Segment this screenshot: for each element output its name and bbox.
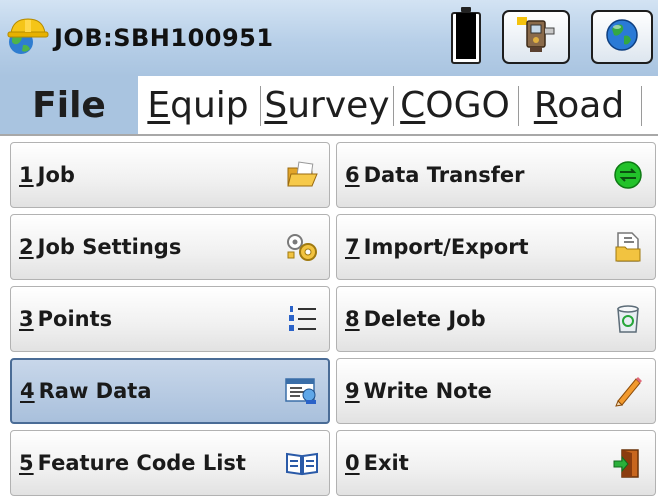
globe-button[interactable] [591,10,653,64]
import-export-icon [611,230,645,264]
title-bar: JOB:SBH100951 [0,0,658,77]
tab-equip[interactable]: Equip [138,76,258,134]
tab-bar: File Equip Survey COGO Road [0,76,658,136]
write-note-button[interactable]: 9 Write Note [336,358,656,424]
tab-road[interactable]: Road [520,76,638,134]
tab-divider [518,86,519,126]
job-settings-button[interactable]: 2 Job Settings [10,214,330,280]
tab-file-label: File [32,84,106,126]
points-button-label: 3 Points [19,307,113,331]
import-export-button-label: 7 Import/Export [345,235,529,259]
instrument-button[interactable] [502,10,570,64]
open-book-icon [285,446,319,480]
instrument-icon [514,14,558,60]
raw-data-button-label: 4 Raw Data [20,379,152,403]
battery-level [456,13,476,59]
exit-door-icon [611,446,645,480]
job-title: JOB:SBH100951 [54,24,274,52]
pencil-icon [611,374,645,408]
battery-icon [451,7,481,64]
exit-button-label: 0 Exit [345,451,409,475]
tab-divider [260,86,261,126]
recycle-bin-icon [611,302,645,336]
tab-divider [641,86,642,126]
delete-job-button[interactable]: 8 Delete Job [336,286,656,352]
write-note-button-label: 9 Write Note [345,379,492,403]
numbered-list-icon [285,302,319,336]
settings-gears-icon [285,230,319,264]
file-menu-grid: 1 Job 2 Job Settings 3 Points 4 Raw Data… [0,137,658,502]
title-area: JOB:SBH100951 [6,16,274,60]
tab-survey-label: Survey [264,84,390,126]
raw-data-button[interactable]: 4 Raw Data [10,358,330,424]
import-export-button[interactable]: 7 Import/Export [336,214,656,280]
transfer-circle-icon [611,158,645,192]
tab-survey[interactable]: Survey [262,76,392,134]
points-button[interactable]: 3 Points [10,286,330,352]
folder-open-icon [285,158,319,192]
tab-cogo-label: COGO [400,84,510,126]
surveyor-hardhat-icon [6,15,50,61]
data-transfer-button-label: 6 Data Transfer [345,163,525,187]
exit-button[interactable]: 0 Exit [336,430,656,496]
job-settings-button-label: 2 Job Settings [19,235,182,259]
tab-equip-label: Equip [147,84,249,126]
raw-data-icon [284,374,318,408]
tab-road-label: Road [533,84,625,126]
globe-icon [603,16,641,58]
feature-code-list-button-label: 5 Feature Code List [19,451,246,475]
data-transfer-button[interactable]: 6 Data Transfer [336,142,656,208]
tab-cogo[interactable]: COGO [394,76,516,134]
delete-job-button-label: 8 Delete Job [345,307,486,331]
feature-code-list-button[interactable]: 5 Feature Code List [10,430,330,496]
tab-file[interactable]: File [0,76,138,134]
job-button[interactable]: 1 Job [10,142,330,208]
job-button-label: 1 Job [19,163,75,187]
